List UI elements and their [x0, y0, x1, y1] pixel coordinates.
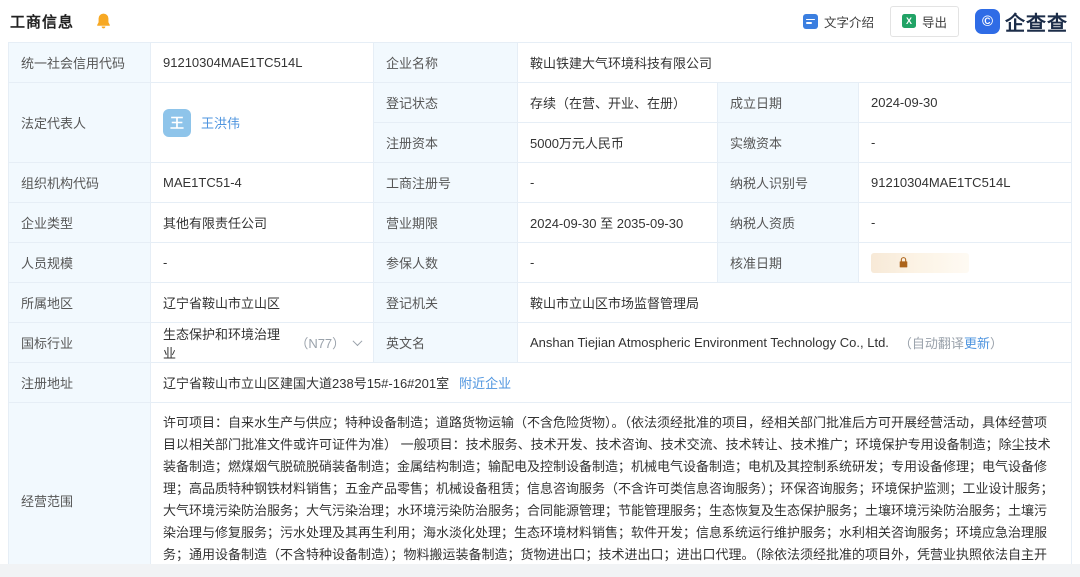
- label-english-name: 英文名: [374, 323, 518, 363]
- nearby-companies-link[interactable]: 附近企业: [459, 373, 511, 392]
- value-business-scope: 许可项目：自来水生产与供应；特种设备制造；道路货物运输（不含危险货物）。（依法须…: [151, 403, 1072, 577]
- qichacha-logo-icon: ©: [975, 9, 1000, 34]
- text-intro-label: 文字介绍: [824, 12, 874, 31]
- auto-translate-note: （自动翻译: [899, 333, 964, 352]
- monitor-bell-icon[interactable]: [96, 13, 111, 29]
- qichacha-logo-text: 企查查: [1005, 7, 1068, 36]
- label-business-scope: 经营范围: [9, 403, 151, 577]
- value-registered-capital: 5000万元人民币: [518, 123, 718, 163]
- label-legal-representative: 法定代表人: [9, 83, 151, 163]
- label-registration-authority: 登记机关: [374, 283, 518, 323]
- value-business-term: 2024-09-30 至 2035-09-30: [518, 203, 718, 243]
- label-approval-date: 核准日期: [718, 243, 859, 283]
- legal-rep-link[interactable]: 王洪伟: [201, 113, 240, 132]
- value-registration-status: 存续（在营、开业、在册）: [518, 83, 718, 123]
- section-header: 工商信息 文字介绍 X 导出 © 企查查: [0, 0, 1080, 42]
- business-info-panel: 工商信息 文字介绍 X 导出 © 企查查 统一社会信用代码 91210304: [0, 0, 1080, 577]
- value-business-reg-no: -: [518, 163, 718, 203]
- label-org-code: 组织机构代码: [9, 163, 151, 203]
- legal-rep-avatar[interactable]: 王: [163, 109, 191, 137]
- section-title: 工商信息: [10, 11, 74, 32]
- label-registered-address: 注册地址: [9, 363, 151, 403]
- label-business-term: 营业期限: [374, 203, 518, 243]
- label-paid-in-capital: 实缴资本: [718, 123, 859, 163]
- excel-icon: X: [902, 14, 916, 28]
- label-company-type: 企业类型: [9, 203, 151, 243]
- value-region: 辽宁省鞍山市立山区: [151, 283, 374, 323]
- label-industry: 国标行业: [9, 323, 151, 363]
- value-approval-date: [859, 243, 1072, 283]
- value-establish-date: 2024-09-30: [859, 83, 1072, 123]
- value-registered-address: 辽宁省鞍山市立山区建国大道238号15#-16#201室 附近企业: [151, 363, 1072, 403]
- value-taxpayer-qualification: -: [859, 203, 1072, 243]
- text-doc-icon: [803, 14, 818, 29]
- value-staff-size: -: [151, 243, 374, 283]
- label-taxpayer-qualification: 纳税人资质: [718, 203, 859, 243]
- value-paid-in-capital: -: [859, 123, 1072, 163]
- export-button[interactable]: X 导出: [890, 6, 959, 37]
- value-company-type: 其他有限责任公司: [151, 203, 374, 243]
- lock-icon: [897, 256, 910, 269]
- locked-value-placeholder[interactable]: [871, 253, 969, 273]
- text-intro-button[interactable]: 文字介绍: [803, 12, 874, 31]
- label-business-reg-no: 工商注册号: [374, 163, 518, 203]
- industry-name: 生态保护和环境治理业: [163, 324, 289, 362]
- address-text: 辽宁省鞍山市立山区建国大道238号15#-16#201室: [163, 373, 449, 392]
- industry-code: （N77）: [295, 333, 345, 352]
- label-credit-code: 统一社会信用代码: [9, 43, 151, 83]
- label-registration-status: 登记状态: [374, 83, 518, 123]
- label-region: 所属地区: [9, 283, 151, 323]
- value-registration-authority: 鞍山市立山区市场监督管理局: [518, 283, 1072, 323]
- export-label: 导出: [922, 12, 947, 31]
- value-industry: 生态保护和环境治理业 （N77）: [151, 323, 374, 363]
- value-credit-code: 91210304MAE1TC514L: [151, 43, 374, 83]
- translate-update-link[interactable]: 更新: [964, 333, 990, 352]
- english-name-text: Anshan Tiejian Atmospheric Environment T…: [530, 335, 889, 350]
- value-legal-representative: 王 王洪伟: [151, 83, 374, 163]
- label-establish-date: 成立日期: [718, 83, 859, 123]
- label-company-name: 企业名称: [374, 43, 518, 83]
- auto-translate-note-close: ）: [990, 333, 1003, 352]
- value-insured-count: -: [518, 243, 718, 283]
- page-bottom-divider: [0, 564, 1080, 577]
- qichacha-logo[interactable]: © 企查查: [975, 7, 1068, 36]
- value-org-code: MAE1TC51-4: [151, 163, 374, 203]
- value-english-name: Anshan Tiejian Atmospheric Environment T…: [518, 323, 1072, 363]
- business-info-table: 统一社会信用代码 91210304MAE1TC514L 企业名称 鞍山铁建大气环…: [8, 42, 1072, 577]
- chevron-down-icon[interactable]: [353, 336, 363, 346]
- value-company-name: 鞍山铁建大气环境科技有限公司: [518, 43, 1072, 83]
- label-insured-count: 参保人数: [374, 243, 518, 283]
- label-staff-size: 人员规模: [9, 243, 151, 283]
- label-taxpayer-id: 纳税人识别号: [718, 163, 859, 203]
- label-registered-capital: 注册资本: [374, 123, 518, 163]
- value-taxpayer-id: 91210304MAE1TC514L: [859, 163, 1072, 203]
